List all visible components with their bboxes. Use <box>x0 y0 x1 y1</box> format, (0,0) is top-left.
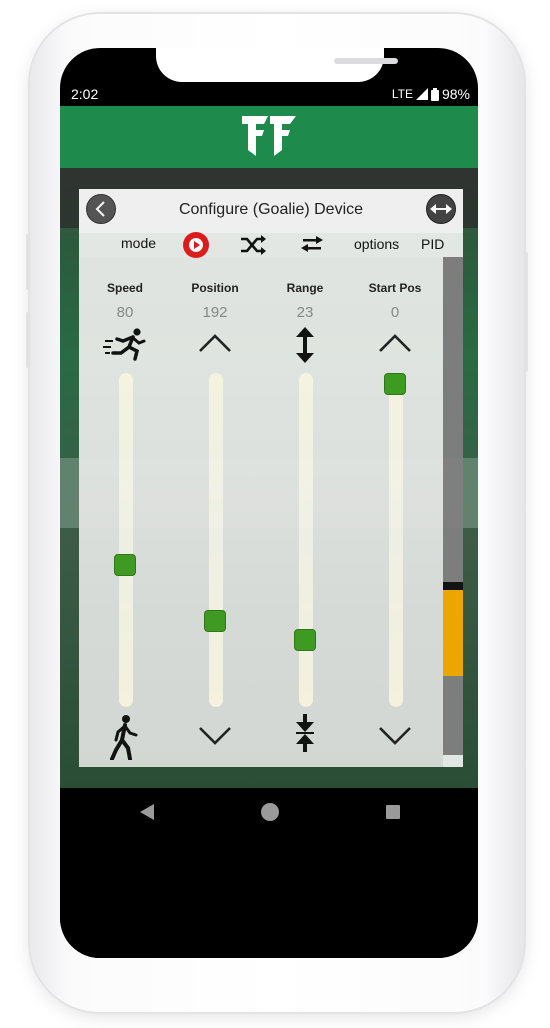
speaker <box>334 58 398 64</box>
scroll-indicator-edge <box>443 582 463 590</box>
slider-label: Start Pos <box>368 281 422 295</box>
scrollbar[interactable] <box>443 257 463 755</box>
battery-icon <box>430 87 439 101</box>
start-pos-down-button[interactable] <box>358 714 432 758</box>
toolbar: mode options PID <box>79 232 463 261</box>
scroll-thumb[interactable] <box>443 590 463 676</box>
notch <box>156 48 398 82</box>
ff-logo-icon <box>242 116 296 156</box>
slider-value: 192 <box>202 304 228 321</box>
position-up-button[interactable] <box>178 327 252 363</box>
slider-track[interactable] <box>119 373 133 707</box>
chevron-down-icon <box>379 727 411 745</box>
slider-column-position: Position 192 <box>178 281 252 767</box>
nav-home-icon[interactable] <box>261 803 279 821</box>
dialog-title: Configure (Goalie) Device <box>178 201 364 218</box>
phone-screen: 2:02 LTE 98% Configure (Goalie) Device m… <box>60 48 478 958</box>
slider-value: 80 <box>116 304 134 321</box>
position-down-button[interactable] <box>178 714 252 758</box>
android-nav-bar <box>60 788 478 958</box>
power-button <box>524 252 528 372</box>
play-icon <box>189 238 203 252</box>
swap-arrows-icon[interactable] <box>300 235 324 253</box>
play-button[interactable] <box>183 232 209 258</box>
slider-label: Range <box>286 281 324 295</box>
signal-icon <box>415 88 428 100</box>
speed-down-button[interactable] <box>88 714 162 760</box>
compress-vertical-icon <box>296 714 314 752</box>
dialog-header: Configure (Goalie) Device <box>79 189 463 233</box>
range-compress-button[interactable] <box>268 714 342 758</box>
slider-thumb[interactable] <box>384 373 406 395</box>
slider-label: Position <box>191 281 239 295</box>
chevron-left-icon <box>95 201 105 217</box>
options-button[interactable]: options <box>354 236 399 252</box>
nav-back-icon[interactable] <box>140 804 154 820</box>
volume-button <box>26 312 30 368</box>
status-time: 2:02 <box>71 86 99 102</box>
slider-track[interactable] <box>299 373 313 707</box>
slider-value: 0 <box>390 304 400 321</box>
mode-button[interactable]: mode <box>121 235 156 251</box>
app-bar <box>60 106 478 168</box>
slider-thumb[interactable] <box>294 628 316 651</box>
slider-thumb[interactable] <box>114 553 136 576</box>
back-button[interactable] <box>86 194 116 224</box>
chevron-up-icon <box>379 334 411 352</box>
status-icons: LTE 98% <box>392 86 470 102</box>
status-bar: 2:02 LTE 98% <box>60 78 478 106</box>
slider-track[interactable] <box>209 373 223 707</box>
network-label: LTE <box>391 87 413 101</box>
arrows-left-right-icon <box>430 204 452 214</box>
battery-percent: 98% <box>441 86 470 102</box>
slider-label: Speed <box>106 281 143 295</box>
configure-dialog: Configure (Goalie) Device mode options P… <box>79 189 463 767</box>
connect-button[interactable] <box>426 194 456 224</box>
chevron-up-icon <box>199 334 231 352</box>
slider-column-range: Range 23 <box>268 281 342 767</box>
volume-button <box>26 234 30 290</box>
range-expand-button[interactable] <box>268 327 342 363</box>
chevron-down-icon <box>199 727 231 745</box>
slider-thumb[interactable] <box>204 610 226 633</box>
start-pos-up-button[interactable] <box>358 327 432 363</box>
slider-column-speed: Speed 80 <box>88 281 162 767</box>
slider-track[interactable] <box>389 373 403 707</box>
speed-up-button[interactable] <box>88 327 162 363</box>
walking-person-icon <box>110 715 138 760</box>
running-person-icon <box>103 328 146 361</box>
expand-vertical-icon <box>296 327 314 363</box>
slider-value: 23 <box>296 304 314 321</box>
nav-recent-icon[interactable] <box>386 805 400 819</box>
slider-column-start-pos: Start Pos 0 <box>358 281 432 767</box>
pid-button[interactable]: PID <box>421 236 444 252</box>
shuffle-icon[interactable] <box>239 233 267 257</box>
